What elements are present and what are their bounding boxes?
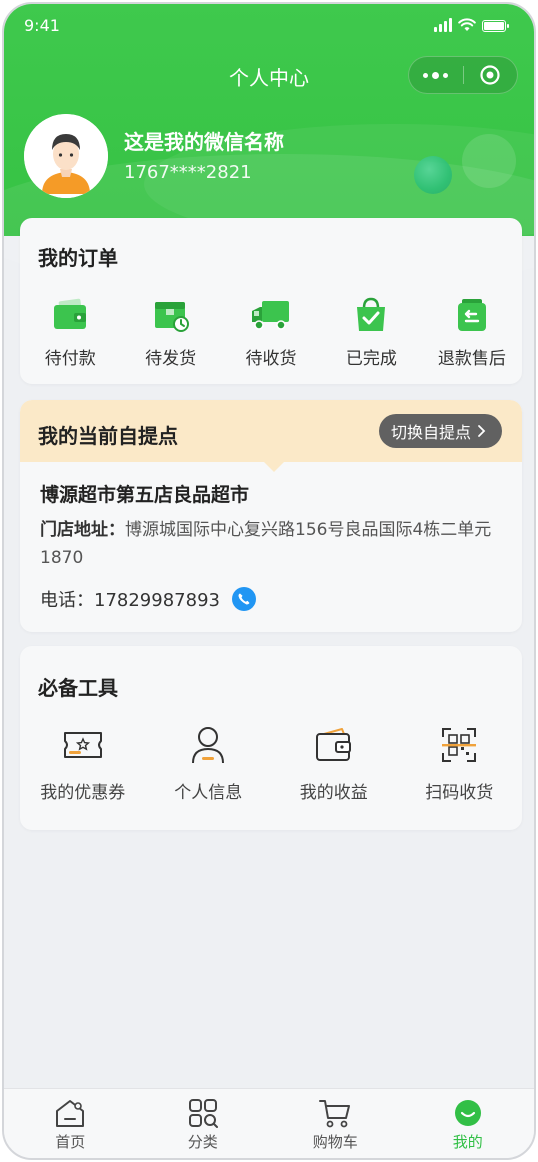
tab-mine[interactable]: 我的 [402,1089,535,1158]
tool-my-earnings[interactable]: 我的收益 [271,722,397,803]
user-nickname: 这是我的微信名称 [124,130,284,154]
user-phone: 1767****2821 [124,162,252,183]
switch-pickup-label: 切换自提点 [390,423,471,442]
tab-home[interactable]: 首页 [4,1089,137,1158]
tool-label: 我的优惠券 [40,783,126,803]
refund-icon [457,299,486,331]
decorative-bubble [462,134,516,188]
tool-personal-info[interactable]: 个人信息 [146,722,272,803]
tab-label: 首页 [55,1133,86,1151]
tools-title: 必备工具 [38,676,118,700]
store-phone: 电话：17829987893 [40,586,256,612]
wallet-outline-icon [315,728,351,761]
pickup-title: 我的当前自提点 [38,424,178,448]
profile-icon [454,1100,481,1126]
pickup-point-card: 我的当前自提点 切换自提点 博源超市第五店良品超市 门店地址：博源城国际中心复兴… [20,400,522,632]
decorative-bubble [414,156,452,194]
signal-icon [434,18,452,32]
target-close-icon [480,65,500,85]
wallet-icon [54,298,87,329]
more-menu-button[interactable] [409,71,463,79]
tools-grid: 我的优惠券 个人信息 我的收益 扫码收货 [20,722,522,803]
avatar-person-icon [24,114,108,198]
order-pending-shipment[interactable]: 待发货 [120,292,220,369]
phone-frame: 9:41 个人中心 这是我的微信名称 1767****2821 我的订单 待付款… [2,2,536,1160]
status-icons [434,18,509,32]
orders-card: 我的订单 待付款 待发货 待收货 已完成 退款售后 [20,218,522,384]
mini-program-capsule [408,56,518,94]
order-item-label: 待付款 [44,349,96,369]
tools-card: 必备工具 我的优惠券 个人信息 我的收益 扫码收货 [20,646,522,830]
store-address-label: 门店地址： [40,520,125,540]
order-refund-aftersale[interactable]: 退款售后 [422,292,522,369]
bottom-tab-bar: 首页 分类 购物车 我的 [4,1088,534,1158]
store-phone-label: 电话： [40,590,94,611]
order-item-label: 已完成 [345,349,397,369]
package-clock-icon [154,302,189,332]
order-item-label: 待收货 [245,349,297,369]
pickup-header-pointer [264,462,284,472]
person-icon [192,727,225,764]
order-pending-receipt[interactable]: 待收货 [221,292,321,369]
chevron-right-icon [478,425,486,437]
order-completed[interactable]: 已完成 [321,292,421,369]
cart-icon [319,1100,351,1128]
orders-title: 我的订单 [38,246,118,270]
status-bar: 9:41 [4,4,534,48]
battery-icon [482,20,509,32]
tab-label: 分类 [187,1133,218,1151]
user-profile[interactable]: 这是我的微信名称 1767****2821 [24,114,524,200]
tool-label: 我的收益 [299,783,368,803]
tool-scan-receive[interactable]: 扫码收货 [397,722,523,803]
phone-call-icon[interactable] [231,587,256,611]
switch-pickup-button[interactable]: 切换自提点 [378,414,502,448]
category-icon [188,1099,218,1128]
tool-label: 扫码收货 [425,783,494,803]
store-phone-value: 17829987893 [94,590,220,611]
tab-cart[interactable]: 购物车 [269,1089,402,1158]
coupon-icon [63,732,102,758]
order-pending-payment[interactable]: 待付款 [20,292,120,369]
order-item-label: 退款售后 [437,349,506,369]
tab-category[interactable]: 分类 [137,1089,270,1158]
status-time: 9:41 [24,16,60,35]
close-mini-program-button[interactable] [464,64,518,86]
qr-scan-icon [442,728,477,762]
order-item-label: 待发货 [145,349,197,369]
avatar[interactable] [24,114,108,198]
tab-label: 购物车 [312,1133,358,1151]
tool-label: 个人信息 [174,783,243,803]
pickup-header: 我的当前自提点 切换自提点 [20,400,522,462]
store-address: 门店地址：博源城国际中心复兴路156号良品国际4栋二单元1870 [40,516,502,572]
wifi-icon [458,18,476,31]
tool-my-coupons[interactable]: 我的优惠券 [20,722,146,803]
home-icon [56,1100,85,1127]
bag-check-icon [357,297,386,331]
orders-grid: 待付款 待发货 待收货 已完成 退款售后 [20,292,522,369]
truck-icon [252,301,290,330]
tab-label: 我的 [452,1133,483,1151]
store-name: 博源超市第五店良品超市 [40,484,250,506]
